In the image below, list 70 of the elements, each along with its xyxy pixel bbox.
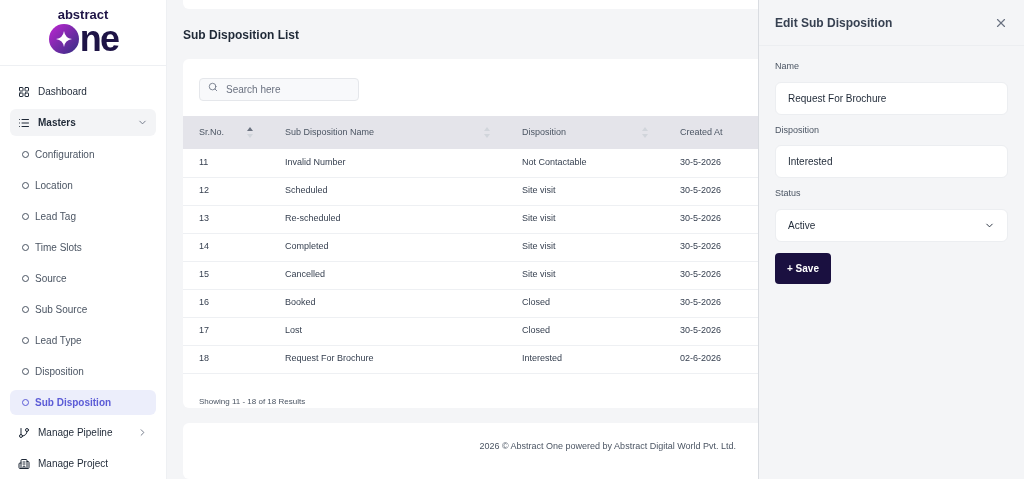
branch-icon	[18, 426, 30, 439]
table-cell: Completed	[269, 233, 506, 261]
table-cell: Site visit	[506, 261, 664, 289]
sidebar-subitem[interactable]: Configuration	[10, 142, 156, 167]
star-circle-icon	[47, 23, 80, 55]
table-cell: Request For Brochure	[269, 345, 506, 373]
sidebar-item[interactable]: Dashboard	[10, 78, 156, 105]
table-cell: Site visit	[506, 177, 664, 205]
table-cell: Closed	[506, 317, 664, 345]
table-cell: Site visit	[506, 205, 664, 233]
column-header[interactable]: Sub Disposition Name	[269, 116, 506, 149]
save-button[interactable]: + Save	[775, 252, 831, 284]
table-cell: Invalid Number	[269, 149, 506, 177]
field-label: Name	[775, 60, 800, 73]
building-icon	[18, 457, 30, 470]
sidebar-subitem[interactable]: Sub Source	[10, 297, 156, 322]
table-cell: 16	[183, 289, 269, 317]
search-icon	[208, 82, 218, 92]
table-cell: 18	[183, 345, 269, 373]
table-cell: Scheduled	[269, 177, 506, 205]
panel-title: Edit Sub Disposition	[775, 14, 893, 32]
pagination-info: Showing 11 - 18 of 18 Results	[199, 395, 307, 408]
table-cell: 30-5-2026	[664, 289, 758, 317]
sidebar-subitem[interactable]: Time Slots	[10, 235, 156, 260]
table-cell: 30-5-2026	[664, 261, 758, 289]
column-header[interactable]: Disposition	[506, 116, 664, 149]
table-cell: Cancelled	[269, 261, 506, 289]
sidebar-subitem[interactable]: Lead Tag	[10, 204, 156, 229]
table-cell: 17	[183, 317, 269, 345]
table-cell: Re-scheduled	[269, 205, 506, 233]
page-title: Sub Disposition List	[183, 27, 300, 44]
sidebar-item[interactable]: Masters	[10, 109, 156, 136]
sidebar-subitem[interactable]: Lead Type	[10, 328, 156, 353]
table-cell: 30-5-2026	[664, 233, 758, 261]
table-cell: 30-5-2026	[664, 317, 758, 345]
table-cell: 13	[183, 205, 269, 233]
search-field[interactable]: Search here	[199, 78, 359, 101]
table-cell: Lost	[269, 317, 506, 345]
sidebar-subitem[interactable]: Disposition	[10, 359, 156, 384]
field-label: Disposition	[775, 123, 821, 137]
table-cell: 30-5-2026	[664, 177, 758, 205]
table-cell: 12	[183, 177, 269, 205]
table-cell: Booked	[269, 289, 506, 317]
sidebar-subitem[interactable]: Sub Disposition	[10, 390, 156, 415]
column-header[interactable]: Created At	[664, 116, 758, 149]
table-cell: 02-6-2026	[664, 345, 758, 373]
status-select[interactable]: Active	[775, 208, 1008, 242]
sidebar-subitem[interactable]: Location	[10, 173, 156, 198]
logo-text: ne	[79, 21, 119, 57]
table-cell: 15	[183, 261, 269, 289]
table-cell: Site visit	[506, 233, 664, 261]
grid-icon	[18, 85, 30, 98]
text-field[interactable]: Request For Brochure	[775, 81, 1008, 115]
sidebar-item[interactable]: Manage Project	[10, 450, 156, 477]
sidebar-subitem[interactable]: Source	[10, 266, 156, 291]
list-icon	[18, 116, 30, 129]
table-cell: 14	[183, 233, 269, 261]
table-cell: 11	[183, 149, 269, 177]
sidebar-item[interactable]: Manage Pipeline	[10, 419, 156, 446]
table-cell: 30-5-2026	[664, 149, 758, 177]
table-cell: Closed	[506, 289, 664, 317]
logo-text: abstract	[57, 8, 109, 21]
table-cell: 30-5-2026	[664, 205, 758, 233]
sort-icon[interactable]	[247, 127, 253, 138]
text-field[interactable]: Interested	[775, 145, 1008, 178]
table-cell: Interested	[506, 345, 664, 373]
field-label: Status	[775, 187, 802, 200]
column-header[interactable]: Sr.No.	[183, 116, 269, 149]
footer-text: 2026 © Abstract One powered by Abstract Digital World Pvt. Ltd.	[479, 439, 736, 453]
table-cell: Not Contactable	[506, 149, 664, 177]
